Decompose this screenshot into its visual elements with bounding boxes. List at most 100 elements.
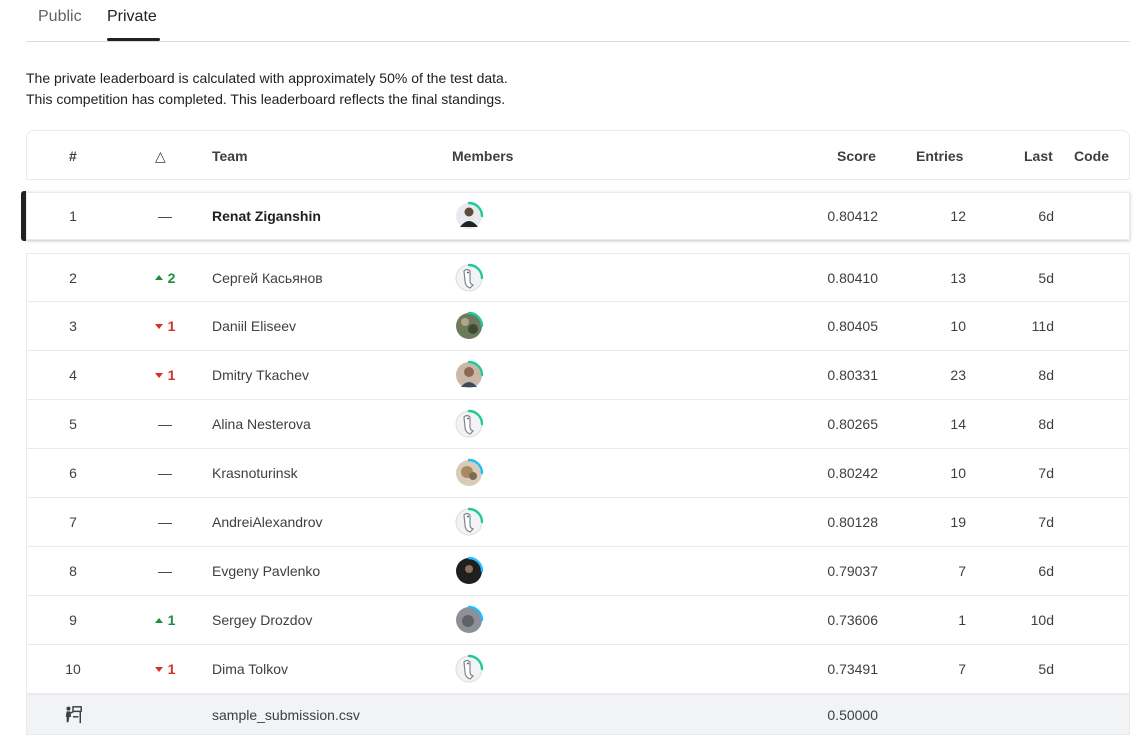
row-score: 0.73606 [827, 612, 878, 628]
team-name-link[interactable]: Evgeny Pavlenko [212, 547, 320, 595]
rank-change-value: 1 [167, 367, 176, 383]
member-avatar[interactable] [453, 498, 485, 546]
row-entries: 10 [950, 318, 966, 334]
row-rank-change: 2 [145, 254, 185, 301]
table-row[interactable]: 1 — Renat Ziganshin 0.80412 12 6d [21, 191, 1130, 241]
table-row[interactable]: 4 1 Dmitry Tkachev 0.80331 23 8d [26, 351, 1130, 400]
baseline-row: sample_submission.csv 0.50000 [26, 694, 1130, 735]
team-name-link[interactable]: Alina Nesterova [212, 400, 311, 448]
member-avatar[interactable] [453, 645, 485, 693]
row-entries: 14 [950, 416, 966, 432]
team-name-link[interactable]: Krasnoturinsk [212, 449, 298, 497]
team-name-link[interactable]: Dima Tolkov [212, 645, 288, 693]
table-row[interactable]: 2 2 Сергей Касьянов 0.80410 13 5d [26, 253, 1130, 302]
member-avatar[interactable] [453, 400, 485, 448]
baseline-score: 0.50000 [827, 706, 878, 723]
rank-change-value: — [158, 208, 172, 224]
row-rank: 5 [69, 416, 77, 432]
row-rank: 9 [69, 612, 77, 628]
active-tab-indicator [107, 38, 160, 41]
avatar [453, 555, 485, 587]
row-last-submission: 8d [1038, 416, 1054, 432]
member-avatar[interactable] [453, 302, 485, 350]
table-row[interactable]: 8 — Evgeny Pavlenko 0.79037 7 6d [26, 547, 1130, 596]
column-header-code: Code [1074, 148, 1109, 164]
row-rank: 7 [69, 514, 77, 530]
avatar [453, 262, 485, 294]
avatar [453, 604, 485, 636]
row-rank-change: — [145, 193, 185, 239]
column-header-team[interactable]: Team [212, 148, 248, 164]
avatar [453, 506, 485, 538]
row-last-submission: 5d [1038, 661, 1054, 677]
table-row[interactable]: 6 — Krasnoturinsk 0.80242 10 7d [26, 449, 1130, 498]
team-name-link[interactable]: AndreiAlexandrov [212, 498, 323, 546]
row-rank-change: 1 [145, 351, 185, 399]
team-name-link[interactable]: Daniil Eliseev [212, 302, 296, 350]
avatar [453, 408, 485, 440]
row-rank: 10 [65, 661, 81, 677]
row-entries: 12 [950, 208, 966, 224]
row-entries: 19 [950, 514, 966, 530]
team-name-link[interactable]: Renat Ziganshin [212, 193, 321, 239]
table-row[interactable]: 7 — AndreiAlexandrov 0.80128 19 7d [26, 498, 1130, 547]
member-avatar[interactable] [453, 351, 485, 399]
table-row[interactable]: 10 1 Dima Tolkov 0.73491 7 5d [26, 645, 1130, 694]
row-entries: 7 [958, 661, 966, 677]
column-header-score[interactable]: Score [837, 148, 876, 164]
row-score: 0.73491 [827, 661, 878, 677]
benchmark-icon [63, 695, 83, 734]
column-header-delta[interactable]: △ [155, 148, 166, 165]
column-header-rank[interactable]: # [69, 148, 77, 164]
row-entries: 10 [950, 465, 966, 481]
row-rank: 8 [69, 563, 77, 579]
row-last-submission: 7d [1038, 514, 1054, 530]
row-score: 0.80410 [827, 269, 878, 286]
member-avatar[interactable] [453, 193, 485, 239]
table-row[interactable]: 3 1 Daniil Eliseev 0.80405 10 11d [26, 302, 1130, 351]
member-avatar[interactable] [453, 547, 485, 595]
row-entries: 7 [958, 563, 966, 579]
member-avatar[interactable] [453, 596, 485, 644]
rank-change-value: 1 [167, 318, 176, 334]
current-user-indicator [21, 191, 26, 241]
row-score: 0.80265 [827, 416, 878, 432]
row-score: 0.80128 [827, 514, 878, 530]
leaderboard-notice: The private leaderboard is calculated wi… [26, 68, 508, 110]
column-header-members: Members [452, 148, 514, 164]
row-last-submission: 6d [1038, 208, 1054, 224]
member-avatar[interactable] [453, 254, 485, 301]
row-rank: 2 [69, 269, 77, 286]
member-avatar[interactable] [453, 449, 485, 497]
row-rank-change: — [145, 400, 185, 448]
row-score: 0.80242 [827, 465, 878, 481]
team-name-link[interactable]: Сергей Касьянов [212, 254, 323, 301]
row-rank-change: — [145, 547, 185, 595]
row-last-submission: 10d [1030, 612, 1054, 628]
rank-change-value: 1 [167, 612, 176, 628]
row-rank-change: 1 [145, 596, 185, 644]
column-header-entries[interactable]: Entries [916, 148, 963, 164]
arrow-down-icon [154, 666, 163, 672]
row-last-submission: 11d [1031, 318, 1054, 334]
team-name-link[interactable]: Dmitry Tkachev [212, 351, 309, 399]
rank-change-value: — [158, 514, 172, 530]
row-last-submission: 7d [1038, 465, 1054, 481]
table-row[interactable]: 5 — Alina Nesterova 0.80265 14 8d [26, 400, 1130, 449]
arrow-down-icon [154, 372, 163, 378]
team-name-link[interactable]: Sergey Drozdov [212, 596, 312, 644]
tab-public[interactable]: Public [38, 8, 82, 26]
row-entries: 23 [950, 367, 966, 383]
rank-change-value: 1 [167, 661, 176, 677]
table-row[interactable]: 9 1 Sergey Drozdov 0.73606 1 10d [26, 596, 1130, 645]
rank-change-value: — [158, 465, 172, 481]
rank-change-value: — [158, 416, 172, 432]
row-last-submission: 6d [1038, 563, 1054, 579]
row-rank-change: 1 [145, 645, 185, 693]
tab-private[interactable]: Private [107, 8, 157, 26]
avatar [453, 310, 485, 342]
arrow-up-icon [154, 617, 163, 623]
notice-line-2: This competition has completed. This lea… [26, 91, 506, 107]
column-header-last[interactable]: Last [1024, 148, 1053, 164]
row-last-submission: 8d [1038, 367, 1054, 383]
